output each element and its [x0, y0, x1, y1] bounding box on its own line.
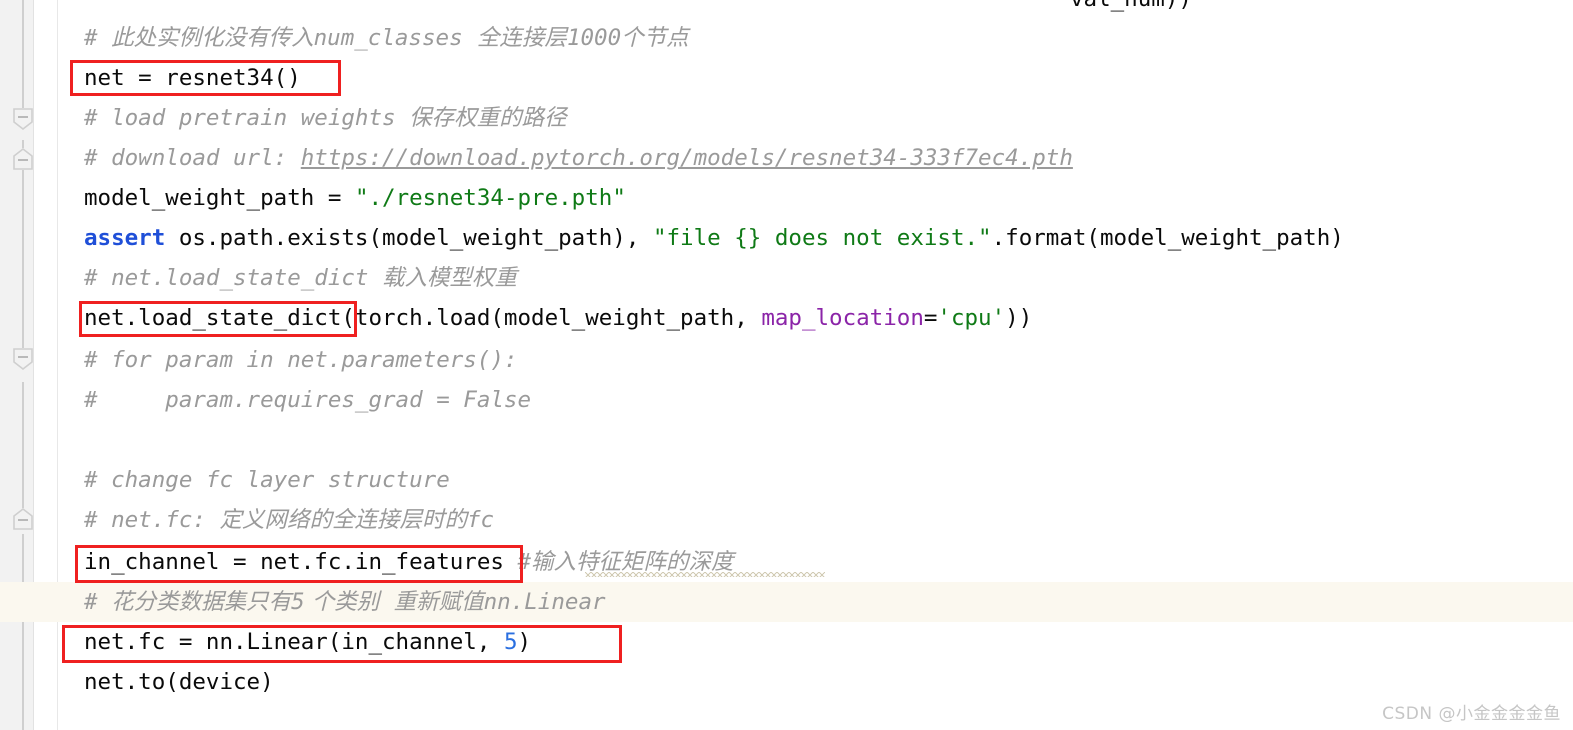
token-cmt-cn: 全连接层 [462, 25, 567, 51]
code-line-comment-change-fc[interactable]: # change fc layer structure [84, 460, 450, 500]
fold-rail [22, 0, 24, 118]
token-plain: )) [1005, 305, 1033, 331]
token-cmt-cn: 定义网络的全连接层时的 [219, 507, 467, 533]
token-plain: model_weight_path = [84, 185, 355, 211]
code-line-net-load-state-dict[interactable]: net.load_state_dict(torch.load(model_wei… [84, 298, 1032, 338]
token-plain: os.path.exists(model_weight_path), [165, 225, 653, 251]
fold-minus-icon [18, 116, 28, 118]
token-cmt-cn: 此处实例化没有传入 [111, 25, 314, 51]
token-cmt: # change fc layer structure [84, 467, 450, 493]
token-str: "./resnet34-pre.pth" [354, 185, 626, 211]
code-line-blank-1[interactable] [84, 420, 98, 460]
token-cmt: # load pretrain weights [84, 105, 410, 131]
fold-marker-fold-block-end[interactable] [13, 508, 33, 530]
token-cmt: # net.load_state_dict [84, 265, 383, 291]
weak-warning-squiggle [585, 572, 825, 577]
token-cmt: # [517, 549, 532, 575]
code-line-comment-download-url[interactable]: # download url: https://download.pytorch… [84, 138, 1073, 178]
code-line-comment-num-classes[interactable]: # 此处实例化没有传入num_classes 全连接层1000个节点 [84, 18, 689, 58]
fold-minus-icon [18, 159, 28, 161]
code-editor[interactable]: # 此处实例化没有传入num_classes 全连接层1000个节点 net = … [0, 0, 1573, 730]
token-cmt: nn.Linear [483, 589, 606, 615]
fold-rail [22, 162, 24, 360]
token-str: "file {} does not exist." [652, 225, 992, 251]
token-cmt: 5 [291, 589, 305, 615]
token-cmt-cn: 个类别 重新赋值 [304, 589, 484, 615]
token-cmt-cn: 保存权重的路径 [409, 105, 567, 131]
token-plain: .format(model_weight_path) [991, 225, 1344, 251]
token-num: 5 [503, 629, 518, 655]
code-text-area[interactable]: # 此处实例化没有传入num_classes 全连接层1000个节点 net = … [58, 0, 1573, 730]
code-line-comment-requires-grad[interactable]: # param.requires_grad = False [84, 380, 531, 420]
token-plain: net.fc = nn.Linear(in_channel, [84, 629, 504, 655]
fold-minus-icon [18, 356, 28, 358]
code-line-net-fc-linear[interactable]: net.fc = nn.Linear(in_channel, 5) [84, 622, 531, 662]
token-cmt: 1000 [566, 25, 622, 51]
fold-rail [22, 382, 24, 512]
code-line-comment-net-fc[interactable]: # net.fc: 定义网络的全连接层时的fc [84, 500, 494, 540]
csdn-watermark: CSDN @小金金金金鱼 [1382, 704, 1561, 724]
token-cmt: # for param in net.parameters(): [84, 347, 518, 373]
fold-marker-fold-block-start[interactable] [13, 108, 33, 130]
code-line-model-weight-path[interactable]: model_weight_path = "./resnet34-pre.pth" [84, 178, 626, 218]
token-cmt: fc [466, 507, 495, 533]
token-cmt: # param.requires_grad = False [84, 387, 532, 413]
token-str: 'cpu' [937, 305, 1006, 331]
code-line-comment-flower-classes[interactable]: # 花分类数据集只有5 个类别 重新赋值nn.Linear [84, 582, 606, 622]
code-line-assert-exists[interactable]: assert os.path.exists(model_weight_path)… [84, 218, 1344, 258]
code-line-comment-for-param[interactable]: # for param in net.parameters(): [84, 340, 517, 380]
token-plain: net.load_state_dict(torch.load(model_wei… [84, 305, 762, 331]
token-kwarg: map_location [761, 305, 924, 331]
token-cmt: # net.fc: [84, 507, 220, 533]
token-plain: ) [517, 629, 532, 655]
code-line-net-to-device[interactable]: net.to(device) [84, 662, 274, 702]
code-line-comment-load-state-dict[interactable]: # net.load_state_dict 载入模型权重 [84, 258, 517, 298]
token-plain: in_channel = net.fc.in_features [84, 549, 518, 575]
token-plain: net.to(device) [84, 669, 274, 695]
token-cmt-cn: 载入模型权重 [382, 265, 518, 291]
token-cmt: # download url: [84, 145, 301, 171]
token-kw: assert [84, 225, 166, 251]
fold-rail [22, 534, 24, 730]
token-plain: net = resnet34() [84, 65, 301, 91]
token-cmt-cn: 花分类数据集只有 [111, 589, 292, 615]
token-cmt-cn: 个节点 [621, 25, 689, 51]
token-plain: = [923, 305, 938, 331]
code-line-net-resnet34[interactable]: net = resnet34() [84, 58, 301, 98]
clipped-top-line: val_num)) [1070, 0, 1192, 12]
token-cmt: num_classes [313, 25, 463, 51]
fold-marker-fold-block-end[interactable] [13, 148, 33, 170]
token-cmt: # [84, 25, 112, 51]
token-url: https://download.pytorch.org/models/resn… [300, 145, 1073, 171]
token-cmt: # [84, 589, 112, 615]
code-line-comment-load-pretrain[interactable]: # load pretrain weights 保存权重的路径 [84, 98, 567, 138]
fold-marker-fold-block-start[interactable] [13, 348, 33, 370]
fold-minus-icon [18, 519, 28, 521]
